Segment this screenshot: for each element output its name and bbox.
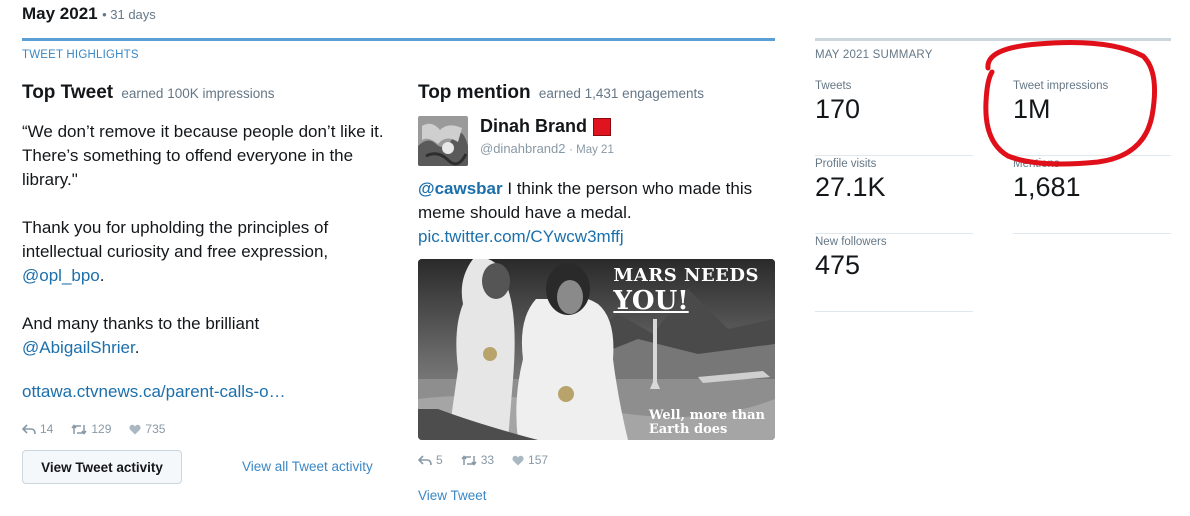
mention-text: @cawsbar I think the person who made thi…: [418, 177, 778, 249]
meme-headline: MARS NEEDS YOU!: [613, 265, 759, 316]
retweet-stat[interactable]: 129: [71, 422, 111, 436]
retweet-icon: [461, 454, 477, 466]
mention-link-abigailshrier[interactable]: @AbigailShrier: [22, 338, 135, 357]
top-tweet-card: Top Tweet earned 100K impressions “We do…: [22, 82, 392, 436]
top-mention-subtitle: earned 1,431 engagements: [538, 86, 704, 101]
meme-footer: Well, more than Earth does: [649, 409, 765, 437]
view-tweet-activity-button[interactable]: View Tweet activity: [22, 450, 182, 484]
metric-impressions-label: Tweet impressions: [1013, 80, 1109, 92]
mention-link-cawsbar[interactable]: @cawsbar: [418, 179, 503, 198]
tweet-highlights-label: TWEET HIGHLIGHTS: [22, 49, 139, 61]
mention-reply-count: 5: [436, 453, 443, 467]
metric-mentions: Mentions 1,681: [1013, 158, 1171, 234]
mention-stats: 5 33 157: [418, 453, 548, 467]
view-all-tweet-activity-link[interactable]: View all Tweet activity: [242, 459, 373, 474]
mention-date[interactable]: May 21: [576, 144, 614, 156]
paragraph-2-end: .: [99, 266, 105, 285]
mention-retweet-count: 33: [480, 453, 495, 467]
top-tweet-stats: 14 129 735: [22, 422, 392, 436]
paragraph-3-text: And many thanks to the brilliant: [22, 314, 260, 333]
author-name-row: Dinah Brand: [480, 116, 614, 137]
top-mention-title: Top mention: [418, 82, 531, 103]
metric-profile-visits: Profile visits 27.1K: [815, 158, 973, 234]
metric-tweets-label: Tweets: [815, 80, 852, 92]
reply-icon: [22, 423, 36, 434]
meme-footer-1: Well, more than: [648, 408, 765, 423]
avatar[interactable]: [418, 116, 468, 166]
like-count: 735: [145, 422, 166, 436]
view-tweet-link[interactable]: View Tweet: [418, 488, 487, 503]
paragraph-3-end: .: [134, 338, 140, 357]
mention-like-count: 157: [528, 453, 549, 467]
metric-profile-visits-label: Profile visits: [815, 158, 877, 170]
author-handle-row: @dinahbrand2 · May 21: [480, 141, 614, 156]
top-tweet-subtitle: earned 100K impressions: [121, 86, 275, 101]
mention-like-stat[interactable]: 157: [512, 453, 548, 467]
top-mention-title-row: Top mention earned 1,431 engagements: [418, 82, 778, 104]
metric-mentions-value: 1,681: [1013, 172, 1081, 202]
meme-line-2: YOU!: [613, 286, 689, 316]
paragraph-2-text: Thank you for upholding the principles o…: [22, 218, 329, 261]
period-month: May 2021: [22, 4, 98, 23]
metric-new-followers: New followers 475: [815, 236, 973, 312]
mention-author: Dinah Brand @dinahbrand2 · May 21: [418, 116, 778, 166]
mention-pic-link[interactable]: pic.twitter.com/CYwcw3mffj: [418, 227, 624, 246]
top-tweet-title-row: Top Tweet earned 100K impressions: [22, 82, 392, 104]
heart-icon: [512, 455, 524, 465]
reply-icon: [418, 454, 432, 465]
author-handle[interactable]: @dinahbrand2: [480, 141, 565, 156]
top-tweet-article-link[interactable]: ottawa.ctvnews.ca/parent-calls-o…: [22, 382, 392, 402]
metric-impressions-value: 1M: [1013, 94, 1051, 124]
meme-image[interactable]: MARS NEEDS YOU! Well, more than Earth do…: [418, 259, 775, 440]
metric-profile-visits-value: 27.1K: [815, 172, 886, 202]
top-tweet-text: “We don’t remove it because people don’t…: [22, 120, 392, 360]
author-name[interactable]: Dinah Brand: [480, 116, 587, 137]
metric-new-followers-value: 475: [815, 250, 861, 280]
period-heading: May 2021 • 31 days: [22, 4, 156, 24]
meme-line-1: MARS NEEDS: [613, 265, 759, 286]
heart-icon: [129, 424, 141, 434]
retweet-count: 129: [91, 422, 112, 436]
reply-stat[interactable]: 14: [22, 422, 53, 436]
top-tweet-quote: “We don’t remove it because people don’t…: [22, 122, 384, 189]
retweet-icon: [71, 423, 87, 435]
top-mention-card: Top mention earned 1,431 engagements Din…: [418, 82, 778, 249]
top-tweet-title: Top Tweet: [22, 82, 114, 103]
metric-new-followers-label: New followers: [815, 236, 887, 248]
metric-impressions: Tweet impressions 1M: [1013, 80, 1171, 156]
meme-footer-2: Earth does: [648, 422, 728, 437]
monthly-summary: MAY 2021 SUMMARY: [815, 38, 1171, 61]
metric-tweets-value: 170: [815, 94, 861, 124]
red-square-icon: [593, 117, 612, 136]
summary-header: MAY 2021 SUMMARY: [815, 49, 933, 61]
top-tweet-paragraph-2: Thank you for upholding the principles o…: [22, 216, 392, 288]
metric-mentions-label: Mentions: [1013, 158, 1060, 170]
mention-link-opl-bpo[interactable]: @opl_bpo: [22, 266, 100, 285]
tweet-highlights-header: TWEET HIGHLIGHTS: [22, 38, 775, 64]
author-info: Dinah Brand @dinahbrand2 · May 21: [480, 116, 614, 166]
period-days: • 31 days: [102, 7, 156, 22]
like-stat[interactable]: 735: [129, 422, 165, 436]
top-tweet-paragraph-3: And many thanks to the brilliant @Abigail…: [22, 312, 392, 360]
reply-count: 14: [40, 422, 54, 436]
metric-tweets: Tweets 170: [815, 80, 973, 156]
mention-retweet-stat[interactable]: 33: [461, 453, 494, 467]
mention-reply-stat[interactable]: 5: [418, 453, 443, 467]
